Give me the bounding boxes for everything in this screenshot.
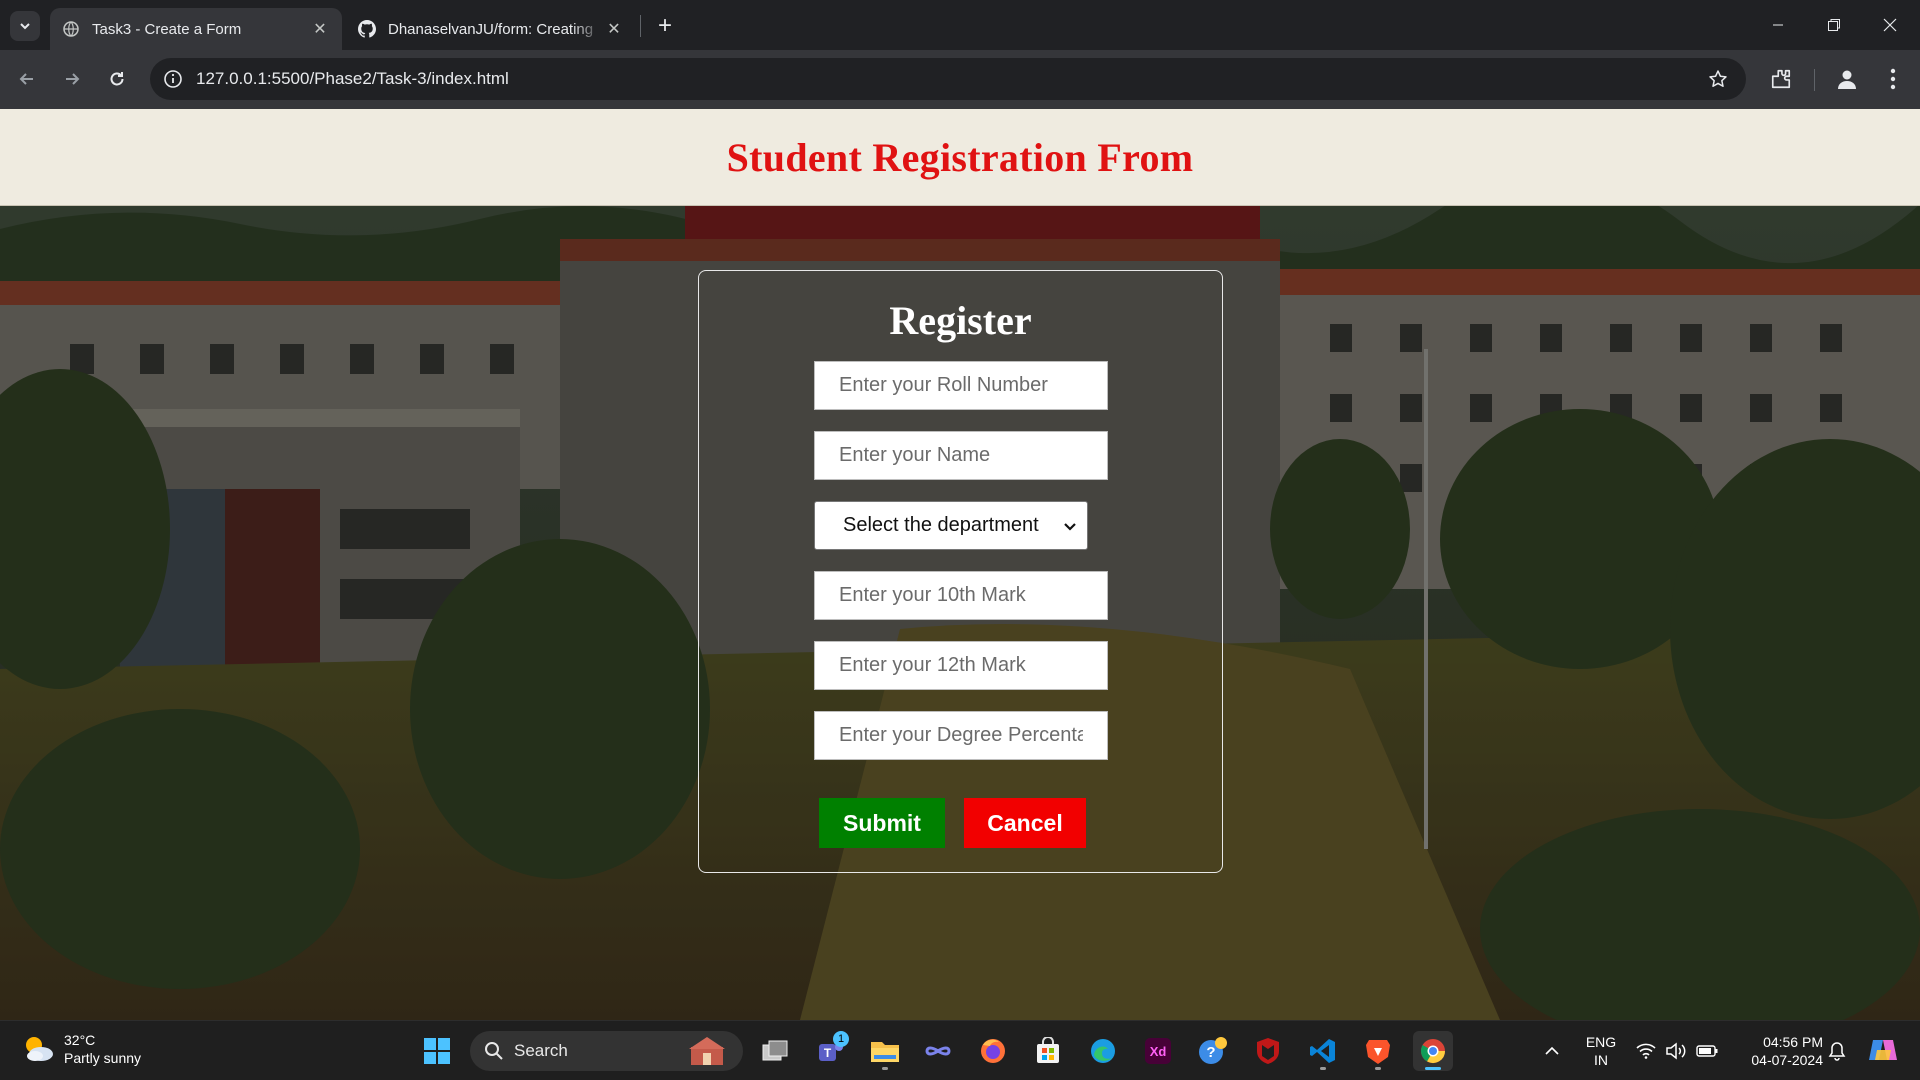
language-line1: ENG bbox=[1585, 1034, 1617, 1050]
help-icon[interactable]: ? bbox=[1193, 1031, 1233, 1071]
close-tab-icon[interactable]: ✕ bbox=[604, 19, 624, 39]
roll-number-input[interactable] bbox=[814, 361, 1108, 410]
bookmark-star-icon[interactable] bbox=[1706, 67, 1730, 91]
search-highlight-icon bbox=[689, 1037, 725, 1065]
web-page: Student Registration From Register Selec… bbox=[0, 109, 1920, 1020]
form-title: Register bbox=[889, 298, 1032, 343]
windows-taskbar: 32°C Partly sunny Search T 1 Xd ? ENG IN… bbox=[0, 1020, 1920, 1080]
toolbar-separator bbox=[1814, 69, 1815, 91]
search-icon bbox=[485, 1042, 503, 1060]
tab-github[interactable]: DhanaselvanJU/form: Creating ✕ bbox=[346, 8, 636, 50]
clock[interactable]: 04:56 PM 04-07-2024 bbox=[1733, 1033, 1823, 1069]
notification-bell-icon[interactable] bbox=[1825, 1039, 1849, 1063]
chrome-icon[interactable] bbox=[1413, 1031, 1453, 1071]
chevron-down-icon bbox=[1064, 522, 1076, 531]
teams-icon[interactable]: T 1 bbox=[811, 1031, 851, 1071]
github-icon bbox=[358, 20, 376, 38]
running-indicator bbox=[882, 1067, 888, 1070]
browser-tab-strip: Task3 - Create a Form ✕ DhanaselvanJU/fo… bbox=[0, 0, 1920, 50]
tab-separator bbox=[640, 15, 641, 37]
new-tab-button[interactable]: + bbox=[650, 11, 680, 41]
brave-icon[interactable] bbox=[1358, 1031, 1398, 1071]
microsoft-store-icon[interactable] bbox=[1028, 1031, 1068, 1071]
page-header: Student Registration From bbox=[0, 109, 1920, 206]
tab-task3[interactable]: Task3 - Create a Form ✕ bbox=[50, 8, 342, 50]
task-view-icon[interactable] bbox=[755, 1031, 795, 1071]
firefox-icon[interactable] bbox=[973, 1031, 1013, 1071]
wifi-icon[interactable] bbox=[1634, 1039, 1658, 1063]
weather-temperature: 32°C bbox=[64, 1032, 96, 1048]
chevron-down-icon bbox=[20, 23, 30, 30]
running-indicator bbox=[1425, 1067, 1441, 1070]
department-select-value: Select the department bbox=[843, 514, 1039, 536]
close-window-icon[interactable] bbox=[1870, 8, 1910, 42]
search-label: Search bbox=[514, 1041, 568, 1060]
partly-sunny-icon bbox=[26, 1037, 53, 1061]
browser-toolbar: 127.0.0.1:5500/Phase2/Task-3/index.html bbox=[0, 50, 1920, 109]
clock-time: 04:56 PM bbox=[1763, 1034, 1823, 1050]
name-input[interactable] bbox=[814, 431, 1108, 480]
vscode-icon[interactable] bbox=[1303, 1031, 1343, 1071]
running-indicator bbox=[1320, 1067, 1326, 1070]
submit-button[interactable]: Submit bbox=[819, 798, 945, 848]
adobe-xd-icon[interactable]: Xd bbox=[1138, 1031, 1178, 1071]
language-line2: IN bbox=[1594, 1052, 1608, 1068]
address-bar[interactable]: 127.0.0.1:5500/Phase2/Task-3/index.html bbox=[150, 58, 1746, 100]
reload-button[interactable] bbox=[100, 62, 134, 96]
site-info-icon[interactable] bbox=[162, 68, 184, 90]
arrow-right-icon bbox=[66, 73, 80, 85]
mcafee-icon[interactable] bbox=[1248, 1031, 1288, 1071]
back-button[interactable] bbox=[10, 62, 44, 96]
extensions-icon[interactable] bbox=[1766, 64, 1796, 94]
tab-title: Task3 - Create a Form bbox=[92, 20, 242, 38]
file-explorer-icon[interactable] bbox=[865, 1031, 905, 1071]
profile-avatar-icon[interactable] bbox=[1832, 64, 1862, 94]
url-text[interactable]: 127.0.0.1:5500/Phase2/Task-3/index.html bbox=[196, 69, 509, 89]
svg-text:?: ? bbox=[1206, 1044, 1215, 1061]
taskbar-search-box[interactable]: Search bbox=[470, 1031, 743, 1071]
forward-button[interactable] bbox=[55, 62, 89, 96]
windows-start-icon[interactable] bbox=[417, 1031, 457, 1071]
teams-notification-badge: 1 bbox=[833, 1031, 849, 1047]
volume-icon[interactable] bbox=[1664, 1039, 1688, 1063]
cancel-button[interactable]: Cancel bbox=[964, 798, 1086, 848]
svg-text:Xd: Xd bbox=[1150, 1044, 1167, 1059]
tenth-mark-input[interactable] bbox=[814, 571, 1108, 620]
registration-form: Register Select the department Submit Ca… bbox=[698, 270, 1223, 873]
language-indicator[interactable]: ENG IN bbox=[1578, 1033, 1624, 1069]
running-indicator bbox=[1375, 1067, 1381, 1070]
arrow-left-icon bbox=[19, 73, 33, 85]
copilot-icon[interactable] bbox=[918, 1031, 958, 1071]
weather-widget[interactable]: 32°C Partly sunny bbox=[20, 1031, 141, 1067]
battery-icon[interactable] bbox=[1695, 1039, 1719, 1063]
globe-icon bbox=[62, 20, 80, 38]
degree-percentage-input[interactable] bbox=[814, 711, 1108, 760]
clock-date: 04-07-2024 bbox=[1751, 1052, 1823, 1068]
page-title: Student Registration From bbox=[726, 134, 1194, 180]
show-hidden-icons-chevron-up-icon[interactable] bbox=[1540, 1039, 1564, 1063]
tab-search-button[interactable] bbox=[10, 11, 40, 41]
department-select[interactable]: Select the department bbox=[814, 501, 1088, 550]
svg-text:T: T bbox=[824, 1046, 832, 1060]
tab-title: DhanaselvanJU/form: Creating bbox=[388, 20, 594, 38]
kebab-menu-icon[interactable] bbox=[1878, 64, 1908, 94]
minimize-icon[interactable] bbox=[1758, 8, 1798, 42]
twelfth-mark-input[interactable] bbox=[814, 641, 1108, 690]
edge-icon[interactable] bbox=[1083, 1031, 1123, 1071]
close-tab-icon[interactable]: ✕ bbox=[310, 19, 330, 39]
reload-icon bbox=[110, 72, 124, 86]
copilot-tray-icon[interactable] bbox=[1866, 1035, 1900, 1065]
restore-icon[interactable] bbox=[1814, 8, 1854, 42]
weather-condition: Partly sunny bbox=[64, 1050, 142, 1066]
